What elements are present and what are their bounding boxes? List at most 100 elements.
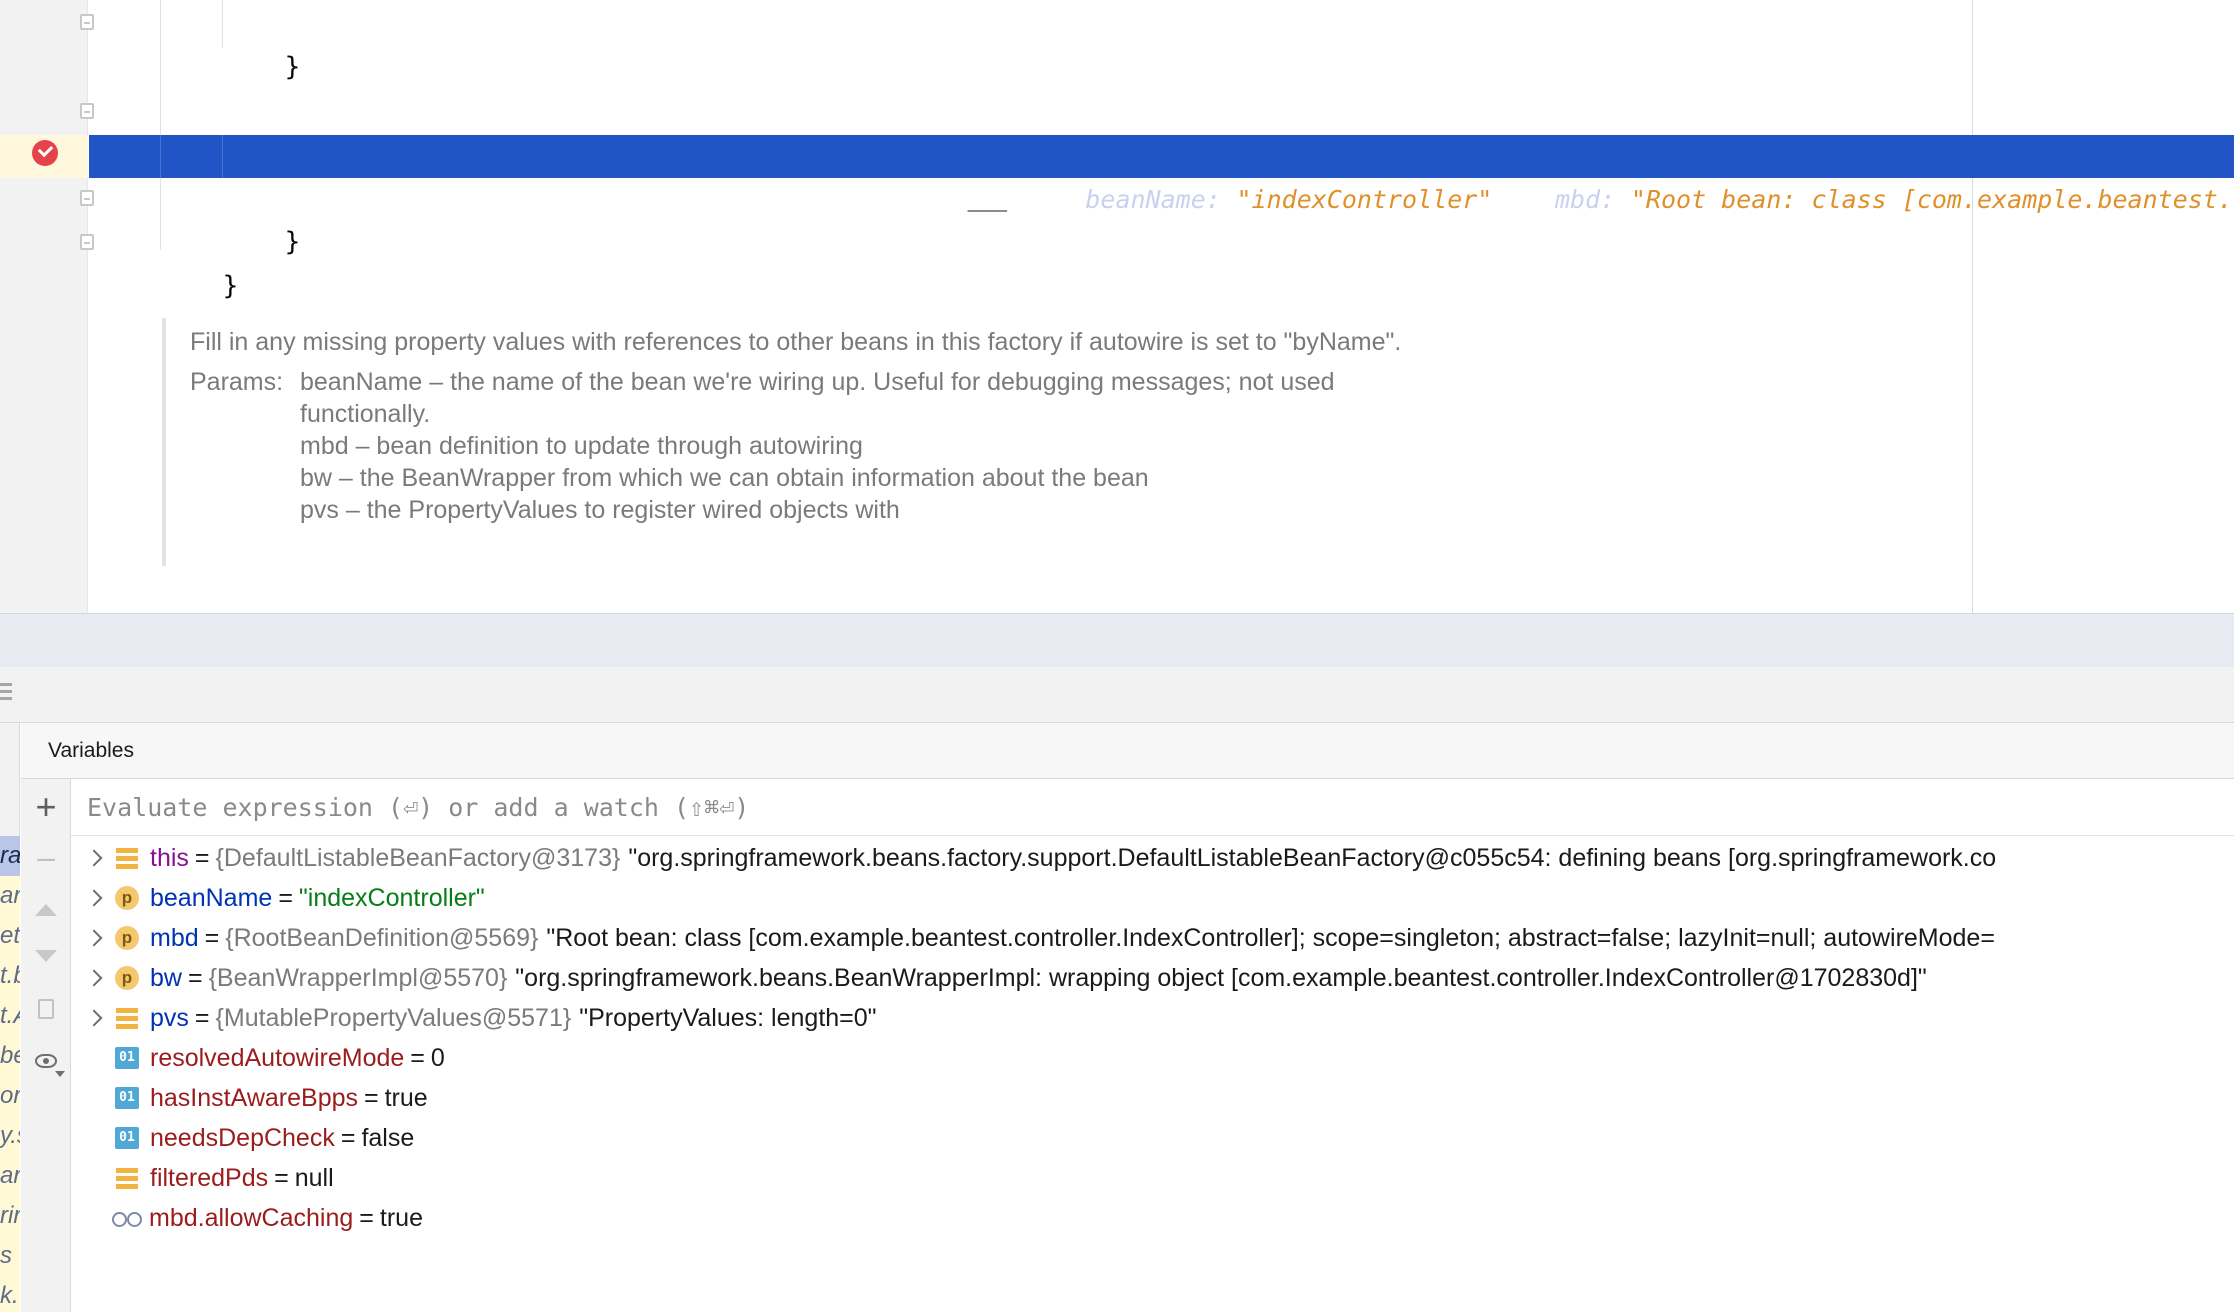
tool-window-splitter[interactable] [0,613,2234,667]
param-badge: p [115,886,139,910]
variable-name: bw [150,963,182,992]
fold-marker-icon[interactable] [80,234,94,250]
method-call: applyPropertyValues(beanName, mbd, bw, [349,185,961,215]
param-icon: p [114,965,140,991]
variable-name: resolvedAutowireMode [150,1043,405,1072]
code-token: ); [1007,185,1039,215]
inline-debug-value: "indexController" [1236,185,1493,214]
variable-type: {MutablePropertyValues@5571} [215,1003,572,1032]
frame-item[interactable]: or [0,1076,20,1116]
variable-value: "indexController" [298,883,485,912]
variable-type: {DefaultListableBeanFactory@3173} [215,843,621,872]
minus-icon: – [37,838,55,875]
param-icon: p [114,925,140,951]
doc-param: mbd – bean definition to update through … [300,432,863,460]
variable-row[interactable]: pvs = {MutablePropertyValues@5571} "Propert… [71,998,2234,1038]
variables-tree[interactable]: this = {DefaultListableBeanFactory@3173} "o… [71,836,2234,1312]
frame-item[interactable]: k. [0,1276,19,1312]
field-icon [114,1005,140,1031]
frame-item[interactable]: y.s [0,1116,20,1156]
variable-name: pvs [150,1003,189,1032]
variable-row[interactable]: p bw = {BeanWrapperImpl@5570} "org.springfra… [71,958,2234,998]
variable-row[interactable]: 01 hasInstAwareBpps = true [71,1078,2234,1118]
primitive-badge: 01 [115,1087,139,1109]
frame-item[interactable]: rir [0,1196,20,1236]
frame-item[interactable]: s [0,1236,12,1276]
fold-marker-icon[interactable] [80,14,94,30]
chevron-right-icon[interactable] [71,878,111,918]
panel-title: Variables [48,739,134,762]
variable-pvs: pvs [960,185,1008,215]
arrow-up-icon [35,904,57,916]
add-watch-button[interactable]: + [21,786,71,827]
move-up-button[interactable] [21,890,71,930]
primitive-icon: 01 [114,1045,140,1071]
chevron-right-icon[interactable] [71,998,111,1038]
duplicate-watch-button[interactable] [21,989,71,1029]
variable-row[interactable]: p beanName = "indexController" [71,878,2234,918]
chevron-right-icon[interactable] [71,958,111,998]
variable-row[interactable]: mbd.allowCaching = true [71,1198,2234,1238]
variable-name: needsDepCheck [150,1123,335,1152]
variable-name: hasInstAwareBpps [150,1083,358,1112]
evaluate-expression-bar [71,779,2234,836]
variable-name: mbd [150,923,199,952]
frame-item[interactable]: ar [0,876,20,916]
code-editor[interactable]: } if (pvs != null) { applyPropertyValues… [0,0,2234,613]
chevron-right-icon[interactable] [71,918,111,958]
primitive-icon: 01 [114,1085,140,1111]
variable-row[interactable]: 01 needsDepCheck = false [71,1118,2234,1158]
frame-item[interactable]: et [0,916,20,956]
equals-sign: = [194,1003,210,1032]
primitive-badge: 01 [115,1127,139,1149]
chevron-right-icon[interactable] [71,838,111,878]
equals-sign: = [274,1163,289,1192]
primitive-badge: 01 [115,1047,139,1069]
right-margin-guide [1972,0,1973,613]
variable-value: true [379,1203,423,1232]
equals-sign: = [359,1203,374,1232]
variable-row[interactable]: 01 resolvedAutowireMode = 0 [71,1038,2234,1078]
copy-icon [38,994,62,1019]
frames-list[interactable]: ra ar et t.b t.A be or y.s ar rir s k. [0,836,20,1312]
equals-sign: = [364,1083,379,1112]
fold-marker-icon[interactable] [80,190,94,206]
code-line-current[interactable]: applyPropertyValues(beanName, mbd, bw, p… [287,135,2234,265]
fold-marker-icon[interactable] [80,103,94,119]
variable-value: "org.springframework.beans.BeanWrapperIm… [515,963,1927,992]
frame-item[interactable]: be [0,1036,20,1076]
variable-name: filteredPds [150,1163,269,1192]
indent-guide [160,0,161,250]
editor-gutter[interactable] [0,0,94,613]
field-icon [114,1165,140,1191]
param-badge: p [115,966,139,990]
code-line[interactable]: protected void autowireByName( [160,575,692,613]
breakpoint-hit-icon[interactable] [32,140,58,166]
arrow-down-icon [35,950,57,962]
evaluate-expression-input[interactable] [87,787,2217,827]
variable-row[interactable]: this = {DefaultListableBeanFactory@3173} "o… [71,838,2234,878]
doc-param: beanName – the name of the bean we're wi… [300,368,1335,428]
inline-debug-name: mbd: [1554,185,1616,214]
frame-item[interactable]: ra [0,836,20,876]
variable-value: "org.springframework.beans.factory.suppo… [628,843,1997,872]
move-down-button[interactable] [21,936,71,976]
variables-toolbar: + – [21,779,71,1312]
remove-watch-button[interactable]: – [21,837,71,877]
dropdown-arrow-icon [55,1071,65,1077]
frame-item[interactable]: t.A [0,996,20,1036]
variable-row[interactable]: p mbd = {RootBeanDefinition@5569} "Root bean… [71,918,2234,958]
variable-type: {RootBeanDefinition@5569} [225,923,539,952]
variable-value: false [361,1123,415,1152]
frame-item[interactable]: t.b [0,956,20,996]
frame-item[interactable]: ar [0,1156,20,1196]
equals-sign: = [194,843,210,872]
watches-toggle-button[interactable] [21,1041,71,1081]
watch-icon [111,1208,143,1228]
drag-handle-icon[interactable] [0,683,12,705]
field-icon [114,845,140,871]
variable-row[interactable]: filteredPds = null [71,1158,2234,1198]
equals-sign: = [204,923,220,952]
